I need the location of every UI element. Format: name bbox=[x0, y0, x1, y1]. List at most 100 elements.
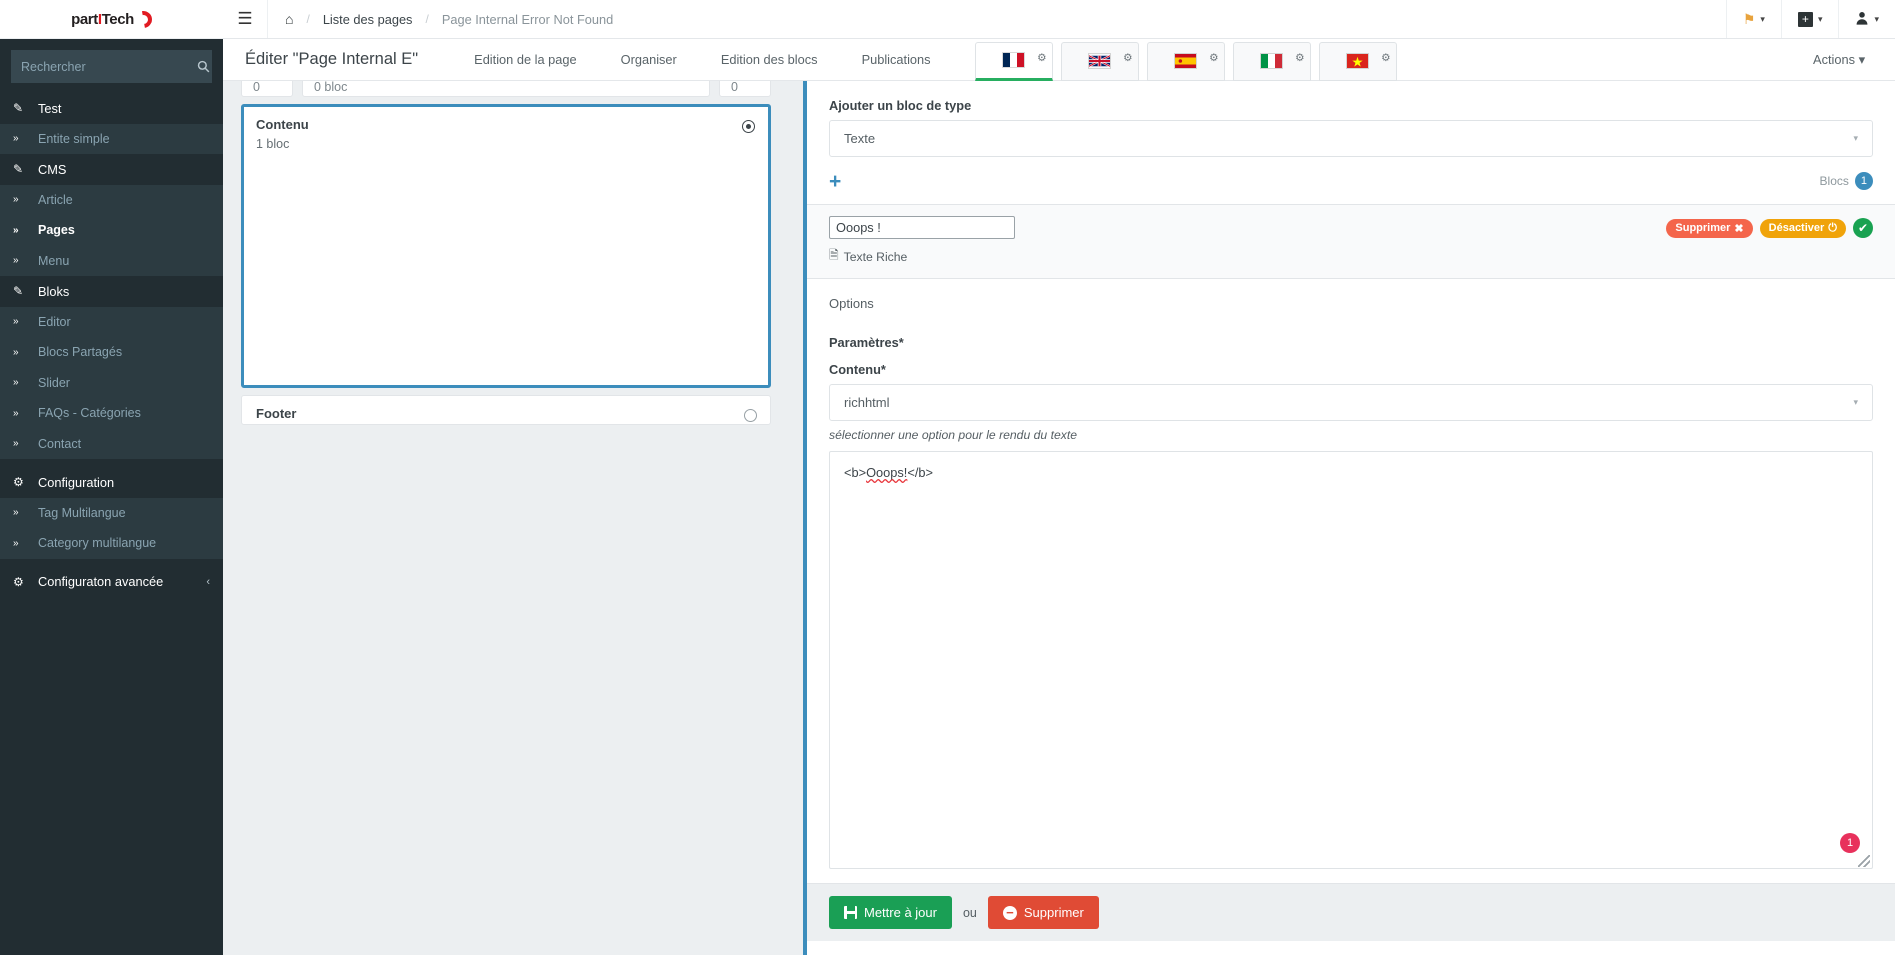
user-menu[interactable]: ▾ bbox=[1838, 0, 1895, 38]
chevron-down-icon: ▾ bbox=[1853, 397, 1858, 408]
add-block-type-select[interactable]: Texte ▾ bbox=[829, 120, 1873, 157]
zone-tree-panel: 0 0 bloc 0 Contenu 1 bloc Footer 0 bloc bbox=[223, 81, 793, 955]
sidebar-item-editor[interactable]: » Editor bbox=[0, 307, 223, 338]
breadcrumb-link[interactable]: Liste des pages bbox=[323, 12, 413, 27]
gear-icon[interactable]: ⚙ bbox=[1209, 52, 1218, 64]
lang-tab-vi[interactable]: ⚙ bbox=[1319, 42, 1397, 81]
home-icon[interactable]: ⌂ bbox=[285, 11, 293, 27]
chevron-down-icon: ▾ bbox=[1859, 52, 1865, 67]
add-block-section: Ajouter un bloc de type Texte ▾ + Blocs … bbox=[807, 81, 1895, 195]
pencil-icon: ✎ bbox=[13, 162, 28, 176]
actions-dropdown[interactable]: Actions ▾ bbox=[1813, 52, 1873, 68]
zone-clipped-left[interactable]: 0 bbox=[241, 81, 293, 97]
search-icon[interactable] bbox=[191, 50, 216, 83]
block-actions: Supprimer ✖ Désactiver ⏻ ✔ bbox=[1666, 218, 1873, 238]
main-area: ☰ ⌂ / Liste des pages / Page Internal Er… bbox=[223, 0, 1895, 955]
gear-icon[interactable]: ⚙ bbox=[1381, 52, 1390, 64]
options-section: Options Paramètres* Contenu* richhtml ▾ … bbox=[807, 279, 1895, 883]
sidebar-item-test[interactable]: ✎ Test bbox=[0, 93, 223, 124]
search-input[interactable] bbox=[12, 60, 191, 74]
hamburger-icon[interactable]: ☰ bbox=[223, 0, 268, 38]
chevron-left-icon[interactable]: ‹ bbox=[206, 576, 210, 588]
top-bar: ☰ ⌂ / Liste des pages / Page Internal Er… bbox=[223, 0, 1895, 39]
flag-menu[interactable]: ⚑ ▾ bbox=[1726, 0, 1781, 38]
editor-bottom-gap bbox=[829, 869, 1873, 883]
sidebar-item-slider[interactable]: » Slider bbox=[0, 368, 223, 399]
block-type-label: Texte Riche bbox=[844, 250, 908, 264]
zone-card-footer[interactable]: Footer 0 bloc bbox=[241, 395, 771, 425]
validation-count-badge: 1 bbox=[1840, 833, 1860, 853]
code-after: </b> bbox=[907, 465, 933, 480]
sidebar-item-article[interactable]: » Article bbox=[0, 185, 223, 216]
zone-clipped-right[interactable]: 0 bbox=[719, 81, 771, 97]
lang-tab-it[interactable]: ⚙ bbox=[1233, 42, 1311, 81]
zone-clipped-middle[interactable]: 0 bloc bbox=[302, 81, 710, 97]
sidebar-item-category-multilangue[interactable]: » Category multilangue bbox=[0, 528, 223, 559]
add-menu[interactable]: + ▾ bbox=[1781, 0, 1839, 38]
block-confirm-button[interactable]: ✔ bbox=[1853, 218, 1873, 238]
brand-logo-text: partITech bbox=[71, 11, 152, 28]
delete-button[interactable]: − Supprimer bbox=[988, 896, 1099, 929]
sidebar-item-blocs-partages[interactable]: » Blocs Partagés bbox=[0, 337, 223, 368]
french-flag bbox=[1002, 52, 1025, 68]
render-mode-select[interactable]: richhtml ▾ bbox=[829, 384, 1873, 421]
block-disable-label: Désactiver bbox=[1769, 222, 1825, 234]
editor-white-strip bbox=[807, 941, 1895, 955]
italy-flag bbox=[1260, 53, 1283, 69]
lang-tab-es[interactable]: ⚙ bbox=[1147, 42, 1225, 81]
actions-label: Actions bbox=[1813, 52, 1855, 67]
zone-row-clipped: 0 0 bloc 0 bbox=[241, 81, 771, 97]
sidebar-item-label: Category multilangue bbox=[38, 536, 156, 550]
sidebar-item-pages[interactable]: » Pages bbox=[0, 215, 223, 246]
block-delete-label: Supprimer bbox=[1675, 222, 1730, 234]
sidebar-item-tag-multilangue[interactable]: » Tag Multilangue bbox=[0, 498, 223, 529]
sidebar-item-label: Configuraton avancée bbox=[38, 574, 163, 589]
search-box[interactable] bbox=[11, 50, 212, 83]
plus-icon[interactable]: + bbox=[829, 171, 841, 192]
add-block-type-value: Texte bbox=[844, 131, 875, 146]
code-textarea[interactable]: <b>Ooops!</b> bbox=[829, 451, 1873, 869]
zone-radio-footer[interactable] bbox=[744, 409, 757, 422]
angle-double-right-icon: » bbox=[13, 133, 28, 144]
angle-double-right-icon: » bbox=[13, 225, 28, 236]
sidebar-item-bloks[interactable]: ✎ Bloks bbox=[0, 276, 223, 307]
add-block-row: + Blocs 1 bbox=[829, 167, 1873, 195]
tab-organiser[interactable]: Organiser bbox=[599, 52, 699, 67]
gear-icon[interactable]: ⚙ bbox=[1123, 52, 1132, 64]
page-title: Éditer "Page Internal E" bbox=[245, 50, 418, 69]
close-icon: ✖ bbox=[1734, 222, 1743, 235]
block-title-input[interactable] bbox=[829, 216, 1015, 239]
brand-logo[interactable]: partITech bbox=[0, 0, 223, 39]
lang-tab-fr[interactable]: ⚙ bbox=[975, 42, 1053, 81]
tab-edition-des-blocs[interactable]: Edition des blocs bbox=[699, 52, 840, 67]
sidebar-item-cms[interactable]: ✎ CMS bbox=[0, 154, 223, 185]
code-content: <b>Ooops!</b> bbox=[844, 465, 933, 480]
tab-edition-de-la-page[interactable]: Edition de la page bbox=[452, 52, 598, 67]
lang-tab-en[interactable]: ⚙ bbox=[1061, 42, 1139, 81]
block-disable-button[interactable]: Désactiver ⏻ bbox=[1760, 219, 1846, 238]
zone-card-contenu[interactable]: Contenu 1 bloc bbox=[241, 104, 771, 388]
block-delete-button[interactable]: Supprimer ✖ bbox=[1666, 219, 1752, 238]
tab-publications[interactable]: Publications bbox=[840, 52, 953, 67]
sidebar-item-faqs-categories[interactable]: » FAQs - Catégories bbox=[0, 398, 223, 429]
pencil-icon: ✎ bbox=[13, 101, 28, 115]
breadcrumb: ⌂ / Liste des pages / Page Internal Erro… bbox=[268, 0, 613, 38]
update-button[interactable]: Mettre à jour bbox=[829, 896, 952, 929]
sidebar-item-contact[interactable]: » Contact bbox=[0, 429, 223, 460]
chevron-down-icon: ▾ bbox=[1853, 133, 1858, 144]
sidebar-item-menu[interactable]: » Menu bbox=[0, 246, 223, 277]
zone-dropzone[interactable] bbox=[256, 151, 756, 375]
flag-icon: ⚑ bbox=[1743, 11, 1756, 28]
sidebar-item-configuration-avancee[interactable]: ⚙ Configuraton avancée ‹ bbox=[0, 567, 223, 598]
gear-icon[interactable]: ⚙ bbox=[1037, 52, 1046, 64]
block-item: 🗎 Texte Riche Supprimer ✖ Désactiver bbox=[807, 204, 1895, 279]
gear-icon[interactable]: ⚙ bbox=[1295, 52, 1304, 64]
zone-radio-contenu[interactable] bbox=[742, 120, 755, 133]
contenu-label: Contenu* bbox=[829, 362, 1873, 377]
sidebar-item-configuration[interactable]: ⚙ Configuration bbox=[0, 467, 223, 498]
minus-circle-icon: − bbox=[1003, 906, 1017, 920]
save-icon bbox=[844, 906, 857, 919]
angle-double-right-icon: » bbox=[13, 194, 28, 205]
sidebar-item-entite-simple[interactable]: » Entite simple bbox=[0, 124, 223, 155]
sidebar-item-label: Entite simple bbox=[38, 132, 110, 146]
